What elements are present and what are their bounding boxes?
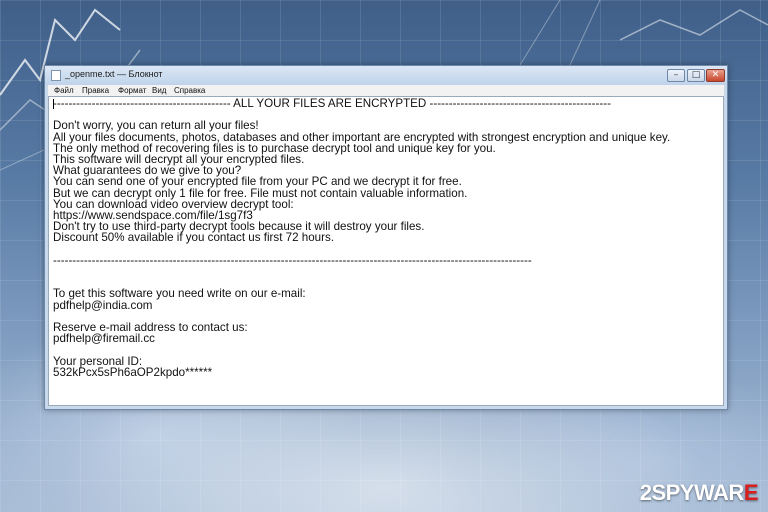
watermark-brand: SPYWAR bbox=[651, 480, 744, 505]
title-bar[interactable]: _openme.txt — Блокнот – □ ✕ bbox=[45, 66, 727, 85]
watermark-suffix: E bbox=[743, 480, 759, 505]
minimize-button[interactable]: – bbox=[667, 69, 685, 82]
notepad-window[interactable]: _openme.txt — Блокнот – □ ✕ Файл Правка … bbox=[44, 65, 728, 410]
menu-help[interactable]: Справка bbox=[174, 85, 205, 96]
notepad-icon bbox=[51, 70, 61, 81]
close-button[interactable]: ✕ bbox=[706, 69, 725, 82]
text-caret bbox=[53, 99, 54, 109]
menu-format[interactable]: Формат bbox=[118, 85, 146, 96]
menu-edit[interactable]: Правка bbox=[82, 85, 109, 96]
watermark-logo: 2SPYWARE bbox=[639, 480, 759, 506]
watermark-prefix: 2 bbox=[639, 480, 652, 505]
maximize-button[interactable]: □ bbox=[687, 69, 705, 82]
menu-bar: Файл Правка Формат Вид Справка bbox=[48, 85, 724, 96]
window-title: _openme.txt — Блокнот bbox=[65, 69, 163, 79]
menu-file[interactable]: Файл bbox=[54, 85, 74, 96]
text-editor[interactable]: ----------------------------------------… bbox=[48, 96, 724, 406]
menu-view[interactable]: Вид bbox=[152, 85, 166, 96]
ransom-note-text: ----------------------------------------… bbox=[53, 97, 671, 379]
